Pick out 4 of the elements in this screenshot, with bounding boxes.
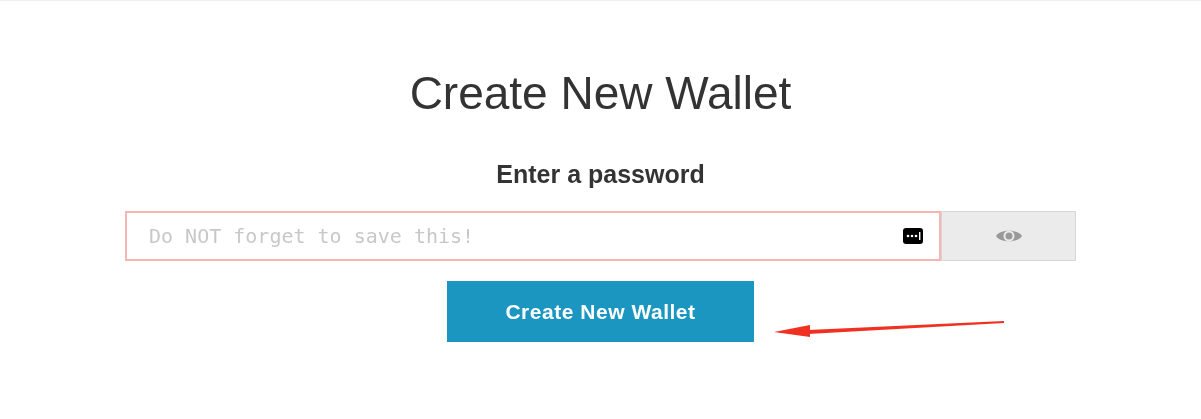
password-manager-icon[interactable] — [903, 228, 923, 244]
page-title: Create New Wallet — [409, 66, 792, 121]
create-wallet-button[interactable]: Create New Wallet — [447, 281, 754, 342]
field-label: Enter a password — [496, 159, 705, 189]
